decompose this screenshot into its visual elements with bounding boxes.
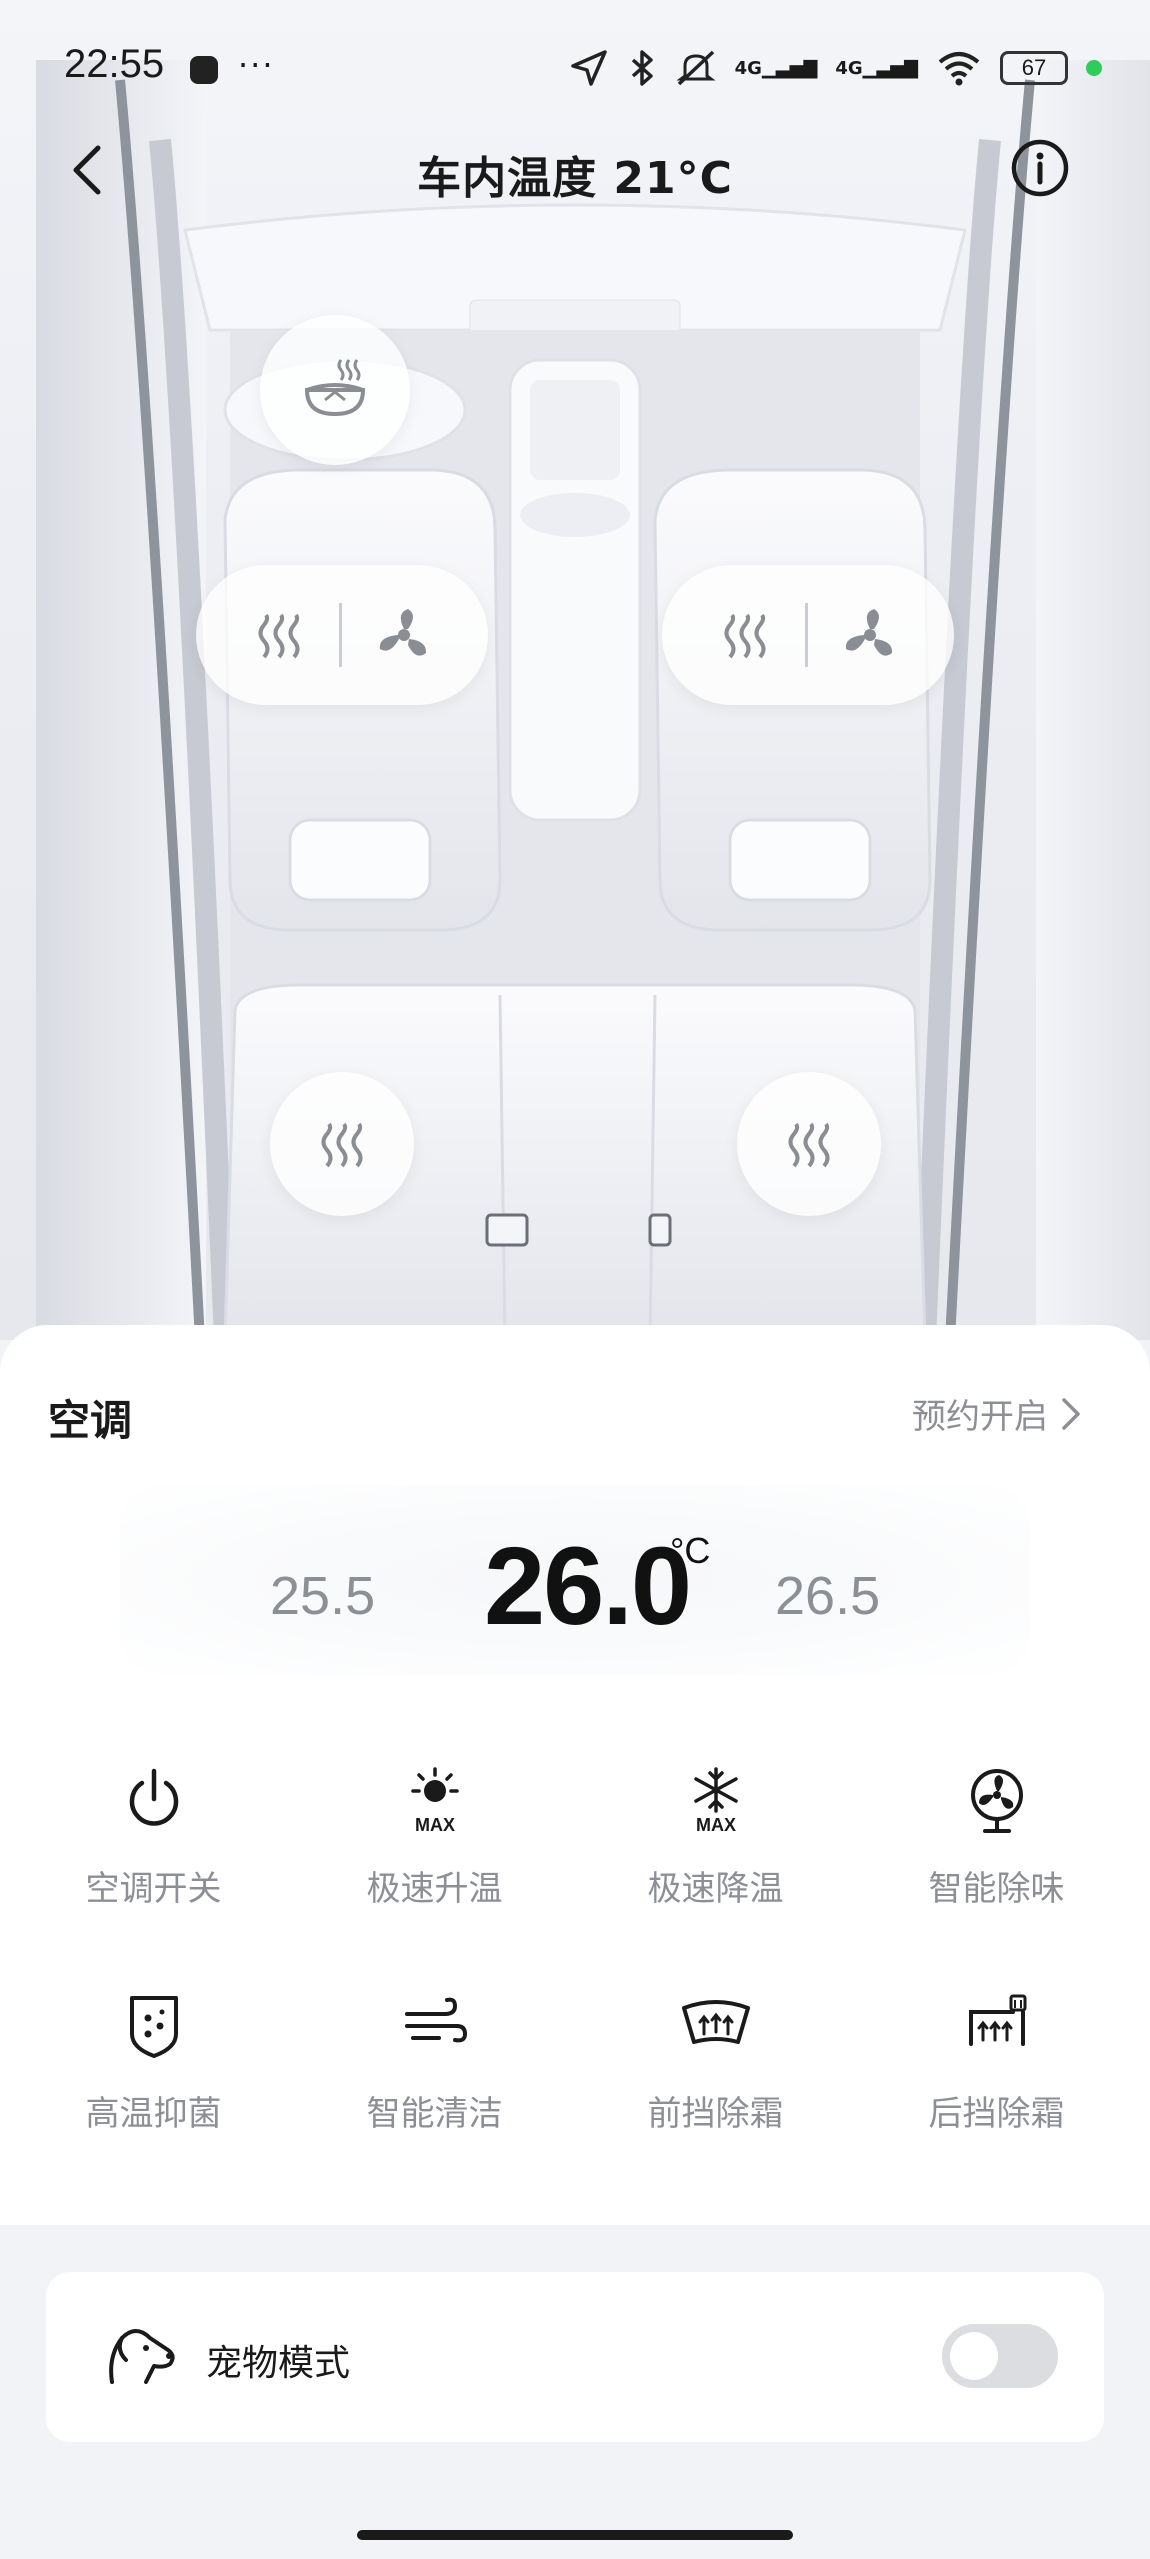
seat-heat-icon: [321, 1122, 363, 1168]
rear-left-seat-heat-button[interactable]: [270, 1072, 414, 1216]
control-label: 极速降温: [647, 1869, 784, 1909]
sun-max-icon: MAX: [411, 1767, 459, 1835]
ac-panel: 空调 预约开启 25.5 26.0 °C 26.5 空调开关 MAX 极速升温: [0, 1325, 1150, 2225]
toggle-knob: [950, 2332, 998, 2380]
steering-wheel-heat-button[interactable]: [260, 315, 410, 465]
snowflake-max-icon: MAX: [694, 1767, 738, 1835]
message-notification-icon: [190, 56, 218, 84]
front-defrost-icon: [682, 2000, 750, 2044]
bluetooth-icon: [631, 50, 653, 86]
cellular-signal-2: 4G▁▃▅▇: [835, 57, 918, 79]
privacy-indicator-dot: [1086, 60, 1102, 76]
ac-power-button[interactable]: 空调开关: [10, 1765, 297, 1965]
rapid-cool-button[interactable]: MAX 极速降温: [572, 1765, 859, 1965]
divider: [804, 603, 808, 667]
seat-ventilation-icon[interactable]: [838, 603, 902, 667]
control-label: 空调开关: [85, 1869, 222, 1909]
chevron-right-icon: [1062, 1397, 1080, 1430]
control-label: 智能除味: [928, 1869, 1065, 1909]
top-navigation: 车内温度 21°C: [0, 120, 1150, 220]
high-temp-sterilize-button[interactable]: 高温抑菌: [10, 1990, 297, 2190]
dog-icon: [109, 2329, 175, 2384]
battery-indicator: 67: [1000, 51, 1068, 85]
rear-defrost-icon: [969, 1994, 1027, 2046]
cabin-temperature-title: 车内温度 21°C: [417, 153, 733, 204]
schedule-start-link[interactable]: 预约开启: [912, 1389, 1082, 1438]
location-icon: [570, 50, 607, 86]
front-defrost-button[interactable]: 前挡除霜: [572, 1990, 859, 2190]
status-icons: 4G▁▃▅▇ 4G▁▃▅▇ 67: [569, 44, 1102, 92]
temperature-option-higher[interactable]: 26.5: [775, 1565, 880, 1627]
seat-heat-icon: [788, 1122, 830, 1168]
temperature-current-value: 26.0: [484, 1525, 692, 1648]
control-label: 后挡除霜: [928, 2094, 1065, 2134]
seat-ventilation-icon[interactable]: [372, 603, 436, 667]
wind-icon: [405, 1997, 468, 2043]
svg-text:MAX: MAX: [415, 1815, 455, 1835]
pet-mode-toggle[interactable]: [942, 2324, 1058, 2388]
control-label: 智能清洁: [366, 2094, 503, 2134]
control-label: 高温抑菌: [85, 2094, 222, 2134]
seat-heat-icon[interactable]: [715, 605, 775, 665]
ac-section-title: 空调: [48, 1396, 133, 1445]
info-button[interactable]: [1008, 136, 1072, 200]
power-icon: [129, 1768, 179, 1826]
control-label: 前挡除霜: [647, 2094, 784, 2134]
more-notifications-icon: ···: [238, 46, 275, 84]
steering-wheel-heat-icon: [304, 359, 366, 417]
rear-right-seat-heat-button[interactable]: [737, 1072, 881, 1216]
rapid-heat-button[interactable]: MAX 极速升温: [291, 1765, 578, 1965]
front-right-seat-controls: [662, 565, 954, 705]
control-label: 极速升温: [366, 1869, 503, 1909]
mute-icon: [676, 50, 716, 86]
car-visual: 22:55 ··· 4G▁▃▅▇ 4G▁▃▅▇ 67 车内温度 21°C: [0, 0, 1150, 1340]
temperature-unit: °C: [670, 1530, 711, 1571]
front-left-seat-controls: [196, 565, 488, 705]
smart-deodorize-button[interactable]: 智能除味: [853, 1765, 1140, 1965]
home-indicator[interactable]: [357, 2530, 793, 2540]
seat-heat-icon[interactable]: [249, 605, 309, 665]
cellular-signal-1: 4G▁▃▅▇: [734, 57, 818, 79]
svg-text:MAX: MAX: [696, 1815, 736, 1835]
status-time: 22:55: [64, 42, 165, 86]
pet-mode-label: 宠物模式: [206, 2343, 351, 2384]
pet-mode-card: 宠物模式: [46, 2272, 1104, 2442]
divider: [338, 603, 342, 667]
smart-clean-button[interactable]: 智能清洁: [291, 1990, 578, 2190]
temperature-option-lower[interactable]: 25.5: [270, 1565, 375, 1627]
fan-icon: [971, 1769, 1023, 1833]
wifi-icon: [938, 52, 980, 86]
schedule-start-label: 预约开启: [912, 1397, 1048, 1437]
shield-icon: [130, 1996, 178, 2058]
rear-defrost-button[interactable]: 后挡除霜: [853, 1990, 1140, 2190]
status-bar: 22:55 ··· 4G▁▃▅▇ 4G▁▃▅▇ 67: [0, 0, 1150, 140]
